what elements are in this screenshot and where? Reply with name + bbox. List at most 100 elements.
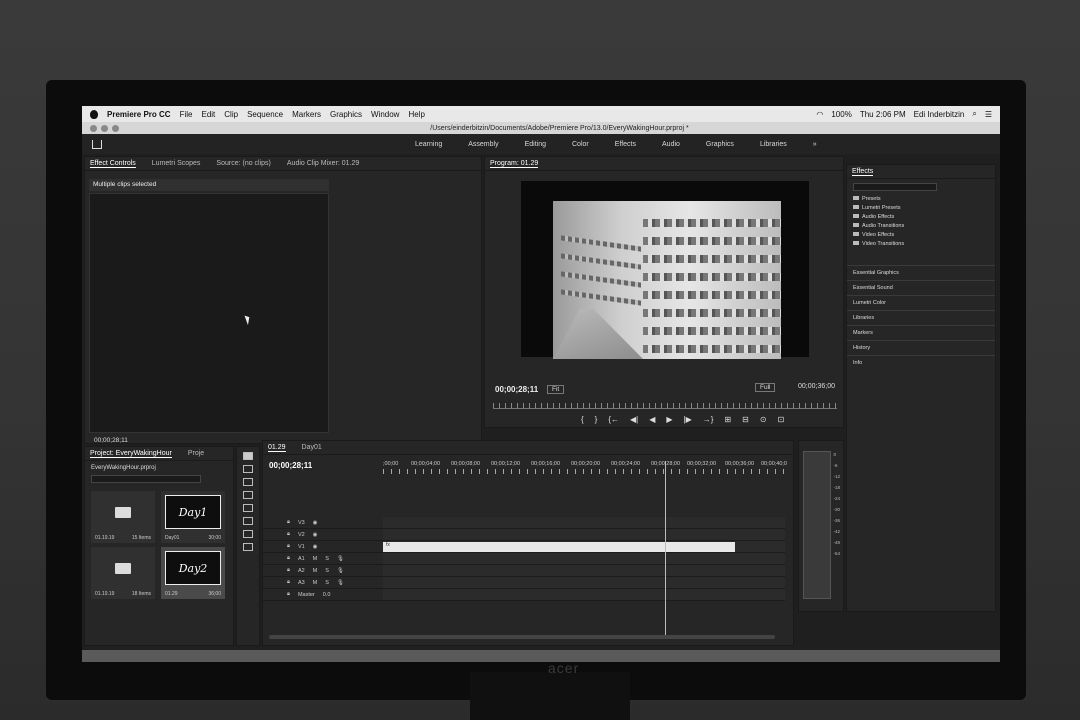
panel-lumetri-color[interactable]: Lumetri Color <box>847 295 995 310</box>
effects-folder[interactable]: Video Transitions <box>853 240 995 249</box>
workspace-graphics[interactable]: Graphics <box>693 138 747 151</box>
panel-history[interactable]: History <box>847 340 995 355</box>
zoom-window-button[interactable] <box>112 124 119 132</box>
effects-folder[interactable]: Lumetri Presets <box>853 204 995 213</box>
bin-item[interactable]: 01.19.19 18 Items <box>91 547 155 599</box>
list-icon[interactable]: ☰ <box>985 110 992 119</box>
reverse-button[interactable]: ◀ <box>649 415 655 424</box>
lock-icon[interactable]: 🔒︎ <box>287 531 290 538</box>
program-timeline-ruler[interactable] <box>493 403 837 409</box>
effects-search-input[interactable] <box>853 183 937 191</box>
comparison-view-button[interactable]: ⊡ <box>778 415 785 424</box>
search-icon[interactable]: ⌕ <box>972 109 976 119</box>
solo-button[interactable]: S <box>325 568 329 574</box>
eye-icon[interactable]: ◉ <box>313 532 318 538</box>
menu-markers[interactable]: Markers <box>292 110 321 119</box>
tab-effect-controls[interactable]: Effect Controls <box>90 160 136 168</box>
track-lane[interactable] <box>383 517 785 528</box>
tab-sequence-0129[interactable]: 01.29 <box>268 444 286 452</box>
menu-app-name[interactable]: Premiere Pro CC <box>107 110 171 119</box>
effects-folder[interactable]: Presets <box>853 195 995 204</box>
effects-folder[interactable]: Audio Effects <box>853 213 995 222</box>
workspace-color[interactable]: Color <box>559 138 602 151</box>
lock-icon[interactable]: 🔒︎ <box>287 567 290 574</box>
step-back-button[interactable]: ◀| <box>630 415 638 424</box>
program-monitor-title[interactable]: Program: 01.29 <box>490 160 539 168</box>
close-window-button[interactable] <box>90 124 97 132</box>
lock-icon[interactable]: 🔒︎ <box>287 519 290 526</box>
type-tool-icon[interactable] <box>243 543 253 551</box>
panel-essential-sound[interactable]: Essential Sound <box>847 280 995 295</box>
razor-tool-icon[interactable] <box>243 491 253 499</box>
menu-edit[interactable]: Edit <box>201 110 215 119</box>
home-icon[interactable] <box>92 139 102 149</box>
track-lane[interactable]: fx <box>383 541 785 552</box>
menu-help[interactable]: Help <box>408 110 424 119</box>
track-header[interactable]: 🔒︎ A1 M S 🎙︎ <box>263 555 383 562</box>
play-button[interactable]: ▶ <box>666 415 672 424</box>
panel-essential-graphics[interactable]: Essential Graphics <box>847 265 995 280</box>
lift-button[interactable]: ⊞ <box>724 415 731 424</box>
selection-tool-icon[interactable] <box>243 452 253 460</box>
lock-icon[interactable]: 🔒︎ <box>287 591 290 598</box>
workspace-effects[interactable]: Effects <box>602 138 649 151</box>
effects-folder[interactable]: Video Effects <box>853 231 995 240</box>
timeline-scrollbar[interactable] <box>269 635 775 639</box>
timeline-timecode[interactable]: 00;00;28;11 <box>269 461 312 470</box>
video-clip[interactable]: fx <box>383 542 735 552</box>
workspace-learning[interactable]: Learning <box>402 138 455 151</box>
battery-level[interactable]: 100% <box>831 110 851 119</box>
track-header[interactable]: 🔒︎ Master 0.0 <box>263 591 383 598</box>
go-to-out-button[interactable]: →} <box>703 415 714 424</box>
menu-sequence[interactable]: Sequence <box>247 110 283 119</box>
mark-in-button[interactable]: { <box>581 415 584 424</box>
wifi-icon[interactable]: ◠ <box>816 110 823 119</box>
effects-panel-title[interactable]: Effects <box>852 168 874 176</box>
track-lane[interactable] <box>383 529 785 540</box>
bin-item[interactable]: 01.19.19 15 Items <box>91 491 155 543</box>
mute-button[interactable]: M <box>313 556 318 562</box>
mute-button[interactable]: M <box>313 568 318 574</box>
eye-icon[interactable]: ◉ <box>313 544 318 550</box>
playback-resolution-dropdown[interactable]: Full <box>755 383 776 392</box>
menu-file[interactable]: File <box>180 110 193 119</box>
extract-button[interactable]: ⊟ <box>742 415 749 424</box>
effect-controls-area[interactable]: 00;00;28;11 <box>89 193 329 444</box>
sequence-item-selected[interactable]: Day2 01.29 36;00 <box>161 547 225 599</box>
pen-tool-icon[interactable] <box>243 517 253 525</box>
tab-project[interactable]: Project: EveryWakingHour <box>90 450 172 458</box>
playhead[interactable] <box>665 461 666 637</box>
track-lane[interactable] <box>383 553 785 564</box>
hand-tool-icon[interactable] <box>243 530 253 538</box>
mute-button[interactable]: M <box>313 580 318 586</box>
track-lane[interactable] <box>383 577 785 588</box>
lock-icon[interactable]: 🔒︎ <box>287 579 290 586</box>
ripple-edit-tool-icon[interactable] <box>243 478 253 486</box>
track-header[interactable]: 🔒︎ V2 ◉ <box>263 531 383 538</box>
apple-icon[interactable] <box>90 109 98 119</box>
mic-icon[interactable]: 🎙︎ <box>337 556 344 562</box>
mic-icon[interactable]: 🎙︎ <box>337 580 344 586</box>
workspace-audio[interactable]: Audio <box>649 138 693 151</box>
slip-tool-icon[interactable] <box>243 504 253 512</box>
panel-markers[interactable]: Markers <box>847 325 995 340</box>
menu-graphics[interactable]: Graphics <box>330 110 362 119</box>
solo-button[interactable]: S <box>325 556 329 562</box>
tab-project-2[interactable]: Proje <box>188 450 204 457</box>
eye-icon[interactable]: ◉ <box>313 520 318 526</box>
tab-lumetri-scopes[interactable]: Lumetri Scopes <box>152 160 201 167</box>
tab-sequence-day01[interactable]: Day01 <box>302 444 322 451</box>
workspace-libraries[interactable]: Libraries <box>747 138 800 151</box>
track-lane[interactable] <box>383 565 785 576</box>
export-frame-button[interactable]: ⊙ <box>760 415 767 424</box>
workspace-more[interactable]: » <box>800 138 830 151</box>
mark-out-button[interactable]: } <box>595 415 598 424</box>
panel-libraries[interactable]: Libraries <box>847 310 995 325</box>
track-header[interactable]: 🔒︎ V3 ◉ <box>263 519 383 526</box>
track-header[interactable]: 🔒︎ A2 M S 🎙︎ <box>263 567 383 574</box>
tab-source[interactable]: Source: (no clips) <box>216 160 270 167</box>
track-lane[interactable] <box>383 589 785 600</box>
user-name[interactable]: Edi Inderbitzin <box>914 110 965 119</box>
lock-icon[interactable]: 🔒︎ <box>287 543 290 550</box>
track-header[interactable]: 🔒︎ A3 M S 🎙︎ <box>263 579 383 586</box>
